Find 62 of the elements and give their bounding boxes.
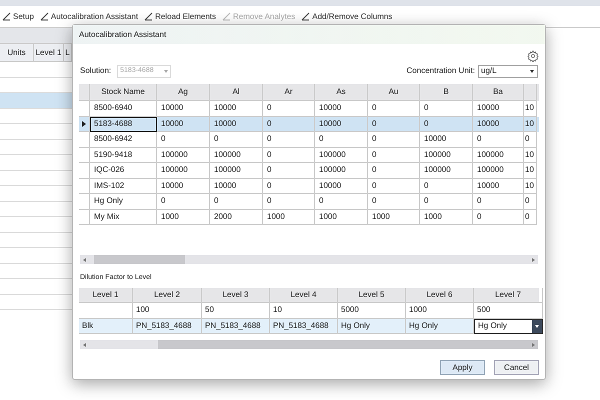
level-dropdown[interactable]: Hg Only [474,318,543,334]
dialog-button[interactable]: Cancel [494,360,539,375]
table-row[interactable] [0,264,72,279]
column-header: Level 1 [34,44,64,61]
table-row[interactable]: 8500-6940 10000 10000 0 10000 0 0 10000 10 [79,101,539,116]
table-row[interactable] [0,232,72,248]
dialog-button[interactable]: Apply [440,360,485,375]
current-row-icon [82,120,86,127]
tool-icon [222,12,231,21]
scroll-left-icon[interactable] [83,258,86,262]
scroll-left-icon[interactable] [83,343,86,347]
table-cell: 1000 [157,210,210,225]
table-row[interactable]: 5183-4688 10000 10000 0 10000 0 0 10000 10 [79,116,539,132]
column-header: Units [0,44,34,61]
solution-label: Solution: [80,65,112,77]
table-row[interactable]: 5190-9418 100000 100000 0 100000 0 100000 100000 10 [79,148,539,163]
table-cell: My Mix [90,210,157,225]
horizontal-scrollbar[interactable] [80,255,538,264]
dialog-title: Autocalibration Assistant [73,25,545,44]
table-cell: PN_5183_4688 [270,318,338,334]
toolbar-button[interactable]: Setup [2,10,34,22]
unit-dropdown[interactable]: ug/L [478,64,538,78]
tool-icon [144,12,154,21]
table-cell: 2000 [210,210,263,225]
table-cell: 0 [524,210,537,225]
toolbar-button[interactable]: Reload Elements [144,10,216,22]
dropdown-arrow-icon [530,70,534,72]
table-row[interactable] [0,108,72,124]
table-cell: 0 [473,210,524,225]
table-row[interactable] [0,78,72,93]
table-cell: Blk [79,318,133,334]
toolbar-button[interactable]: Add/Remove Columns [301,10,392,22]
dropdown-arrow-icon [164,70,168,72]
table-row[interactable] [0,170,72,186]
table-cell: 1000 [368,210,420,225]
toolbar-button[interactable]: Autocalibration Assistant [40,10,138,22]
table-cell: 1000 [315,210,368,225]
scroll-right-icon[interactable] [532,258,535,262]
table-row[interactable]: 8500-6942 0 0 0 0 0 10000 0 0 [79,132,539,148]
scroll-right-icon[interactable] [532,343,535,347]
table-row[interactable] [0,294,72,310]
table-row[interactable]: IQC-026 100000 100000 0 100000 0 100000 100000 10 [79,163,539,178]
tool-icon [301,12,310,21]
table-cell: 8500-6940 [90,101,157,116]
dropdown-arrow-icon [535,324,539,328]
concentration-unit-label: Concentration Unit: [406,65,475,77]
tool-icon [40,12,49,21]
table-cell: Hg Only [338,318,406,334]
settings-icon[interactable] [527,50,539,62]
table-cell: 1000 [420,210,473,225]
table-row[interactable]: My Mix 1000 2000 1000 1000 1000 1000 0 0 [79,210,539,225]
table-row[interactable] [0,202,72,217]
table-cell: 1000 [263,210,315,225]
table-row[interactable]: Hg Only 0 0 0 0 0 0 0 0 [79,194,539,210]
table-cell: 5183-4688 [90,116,157,132]
table-cell: PN_5183_4688 [202,318,270,334]
table-row[interactable]: IMS-102 10000 10000 0 10000 0 0 10000 10 [79,178,539,194]
table-cell: PN_5183_4688 [133,318,202,334]
tool-icon [2,12,11,21]
table-row[interactable] [0,93,72,108]
table-row[interactable] [0,140,72,155]
horizontal-scrollbar[interactable] [80,340,538,349]
